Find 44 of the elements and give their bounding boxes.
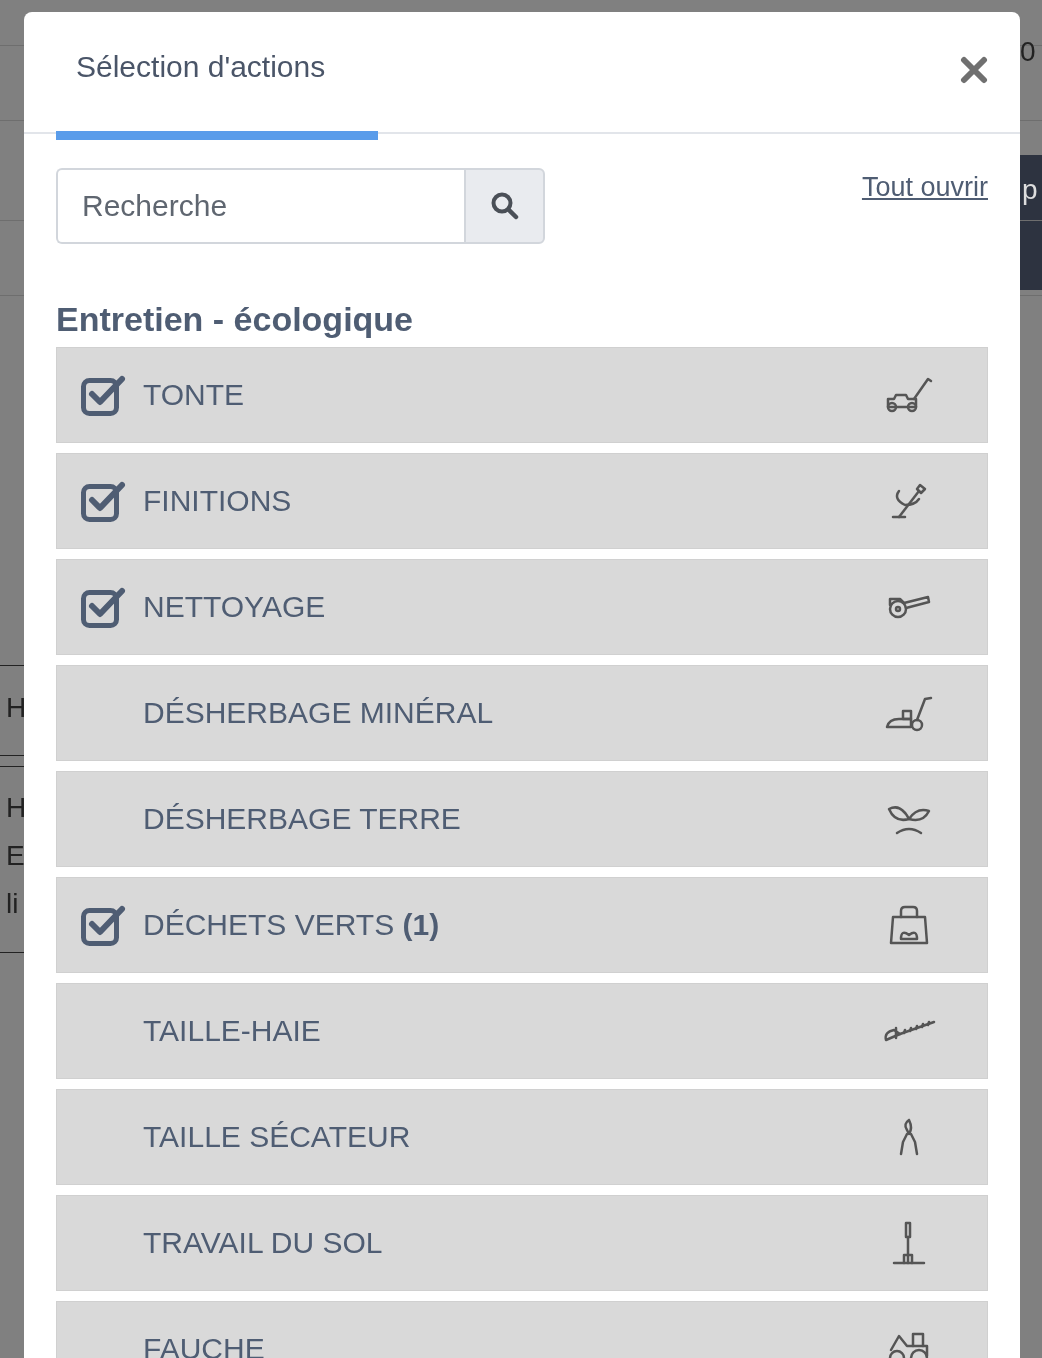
action-row[interactable]: TAILLE-HAIE: [56, 983, 988, 1079]
action-row[interactable]: TONTE: [56, 347, 988, 443]
sprout-icon: [887, 803, 931, 835]
weeding-machine-icon: [885, 694, 933, 732]
action-label: DÉSHERBAGE TERRE: [143, 802, 462, 836]
string-trimmer-icon: [891, 483, 927, 519]
close-icon[interactable]: [960, 56, 988, 84]
action-label: NETTOYAGE: [143, 590, 327, 624]
checkbox-checked-icon[interactable]: [81, 904, 127, 946]
action-label: DÉSHERBAGE MINÉRAL: [143, 696, 495, 730]
hedge-trimmer-icon: [882, 1020, 936, 1042]
action-label: TONTE: [143, 378, 246, 412]
leaf-blower-icon: [887, 595, 931, 619]
action-label: DÉCHETS VERTS (1): [143, 908, 441, 942]
action-row[interactable]: DÉSHERBAGE MINÉRAL: [56, 665, 988, 761]
action-row[interactable]: DÉCHETS VERTS (1): [56, 877, 988, 973]
search-button[interactable]: [464, 168, 545, 244]
open-all-link[interactable]: Tout ouvrir: [861, 172, 988, 203]
waste-bag-icon: [889, 905, 929, 945]
backdrop-text: E: [6, 842, 25, 870]
dialog-tab[interactable]: Sélection d'actions: [56, 12, 378, 140]
lawn-mower-icon: [885, 377, 933, 413]
search-field[interactable]: Recherche: [56, 168, 464, 244]
checkbox-checked-icon[interactable]: [81, 374, 127, 416]
action-label: FINITIONS: [143, 484, 293, 518]
action-label: TAILLE SÉCATEUR: [143, 1120, 412, 1154]
section-heading: Entretien - écologique: [56, 300, 415, 339]
tractor-icon: [888, 1331, 930, 1358]
action-label: TRAVAIL DU SOL: [143, 1226, 384, 1260]
backdrop-text: H: [6, 794, 27, 822]
checkbox-checked-icon[interactable]: [81, 480, 127, 522]
backdrop-text: li: [6, 890, 19, 918]
checkbox-checked-icon[interactable]: [81, 586, 127, 628]
action-row[interactable]: TRAVAIL DU SOL: [56, 1195, 988, 1291]
action-row[interactable]: DÉSHERBAGE TERRE: [56, 771, 988, 867]
action-label: TAILLE-HAIE: [143, 1014, 322, 1048]
backdrop-text: p: [1022, 176, 1038, 204]
pruning-shears-icon: [899, 1118, 919, 1156]
action-row[interactable]: NETTOYAGE: [56, 559, 988, 655]
garden-fork-icon: [892, 1221, 926, 1265]
backdrop-text: H: [6, 694, 27, 722]
action-row[interactable]: TAILLE SÉCATEUR: [56, 1089, 988, 1185]
backdrop-text: 0: [1020, 38, 1036, 66]
action-row[interactable]: FINITIONS: [56, 453, 988, 549]
